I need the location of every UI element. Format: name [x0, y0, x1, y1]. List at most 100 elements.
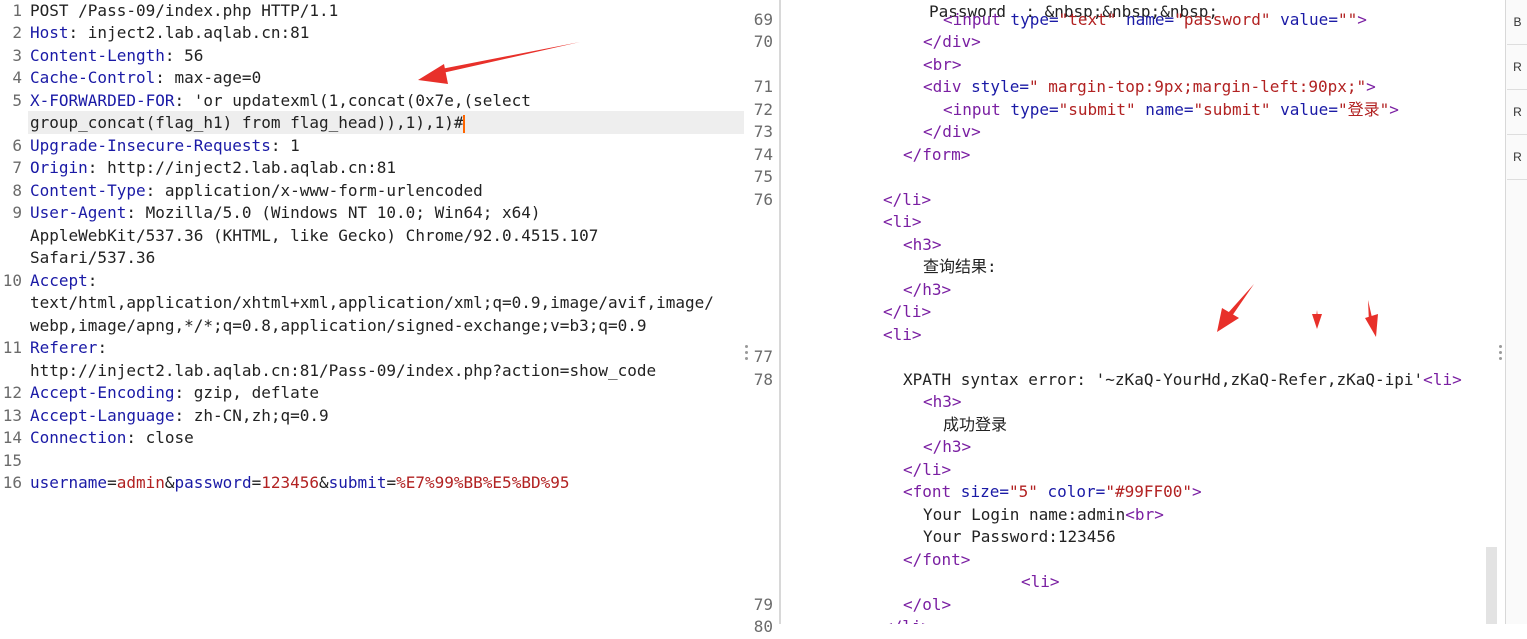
response-line[interactable]: </div> [923, 121, 981, 144]
response-line[interactable]: </h3> [903, 279, 951, 302]
response-line[interactable]: Your Password:123456 [923, 526, 1116, 549]
response-line[interactable]: <h3> [923, 391, 962, 414]
response-token: <br> [1125, 504, 1164, 524]
request-line[interactable]: group_concat(flag_h1) from flag_head)),1… [30, 112, 466, 135]
request-line[interactable]: POST /Pass-09/index.php HTTP/1.1 [30, 0, 338, 22]
request-editor-pane[interactable]: 1 POST /Pass-09/index.php HTTP/1.1 2 Host: … [0, 0, 780, 624]
request-line[interactable]: Origin: http://inject2.lab.aqlab.cn:81 [30, 157, 396, 180]
request-line-number: 11 [2, 338, 22, 357]
response-token: <li> [1021, 572, 1060, 591]
response-line[interactable]: <font size="5" color="#99FF00"> [903, 481, 1202, 504]
response-line-number: 73 [753, 122, 773, 141]
request-line[interactable]: Accept: [30, 270, 97, 293]
response-token: <h3> [903, 234, 942, 254]
response-line[interactable]: <h3> [903, 234, 942, 257]
response-line[interactable]: </ol> [903, 594, 951, 617]
response-token: <input [943, 99, 1001, 119]
request-token: : zh-CN,zh;q=0.9 [174, 405, 329, 425]
request-line[interactable]: Cache-Control: max-age=0 [30, 67, 261, 90]
request-token: Upgrade-Insecure-Requests [30, 135, 271, 155]
response-token: <font [903, 482, 952, 501]
request-line[interactable]: Content-Type: application/x-www-form-url… [30, 180, 483, 203]
request-token: : inject2.lab.aqlab.cn:81 [68, 23, 310, 42]
response-token: color= [1037, 482, 1106, 501]
response-line[interactable]: </font> [903, 549, 970, 572]
request-line[interactable]: Safari/537.36 [30, 247, 155, 270]
request-line[interactable]: Connection: close [30, 427, 194, 450]
response-line[interactable]: </li> [903, 459, 951, 482]
request-token: : [87, 270, 98, 290]
request-line[interactable]: Host: inject2.lab.aqlab.cn:81 [30, 22, 309, 45]
response-token: > [1389, 99, 1399, 119]
request-token: Accept-Encoding [30, 383, 175, 402]
inspector-tab[interactable]: R [1507, 45, 1527, 90]
inspector-tab[interactable]: R [1507, 90, 1527, 135]
request-line-number: 1 [12, 0, 22, 20]
request-line[interactable]: http://inject2.lab.aqlab.cn:81/Pass-09/i… [30, 360, 656, 383]
response-scrollbar[interactable] [1486, 547, 1497, 624]
request-token: = [251, 473, 262, 492]
response-viewer-pane[interactable]: Password : &nbsp;&nbsp;&nbsp; <input type… [781, 0, 1503, 624]
response-line[interactable]: <input type="submit" name="submit" value… [943, 99, 1399, 122]
request-line[interactable]: AppleWebKit/537.36 (KHTML, like Gecko) C… [30, 225, 598, 248]
response-token: type= [1000, 9, 1059, 29]
request-token: = [386, 473, 397, 492]
request-line[interactable]: Accept-Encoding: gzip, deflate [30, 382, 319, 405]
response-line[interactable]: </div> [923, 31, 981, 54]
request-token: group_concat(flag_h1) from flag_head)),1… [30, 113, 464, 132]
response-line[interactable]: </li> [883, 616, 931, 624]
inspector-tab[interactable]: R [1507, 135, 1527, 180]
response-token: <br> [923, 54, 962, 74]
request-line[interactable]: Upgrade-Insecure-Requests: 1 [30, 135, 300, 158]
request-line[interactable]: X-FORWARDED-FOR: 'or updatexml(1,concat(… [30, 90, 531, 113]
response-token: <li> [1423, 369, 1462, 389]
response-line[interactable]: <div style=" margin-top:9px;margin-left:… [923, 76, 1376, 99]
response-line[interactable]: </li> [883, 301, 931, 324]
response-token: > [1357, 9, 1367, 29]
response-line[interactable]: </form> [903, 144, 970, 167]
request-line[interactable]: User-Agent: Mozilla/5.0 (Windows NT 10.0… [30, 202, 541, 225]
response-line[interactable]: <br> [923, 54, 962, 77]
request-token: 123456 [261, 473, 320, 492]
request-line-number: 10 [2, 270, 22, 290]
request-token: username [30, 473, 108, 492]
response-token: " margin-top:9px;margin-left:90px;" [1028, 77, 1367, 96]
request-line[interactable]: Referer: [30, 337, 107, 360]
response-line[interactable]: </h3> [923, 436, 971, 459]
request-line[interactable]: Content-Length: 56 [30, 45, 203, 68]
response-line-number: 70 [753, 32, 773, 51]
response-line[interactable]: <li> [883, 324, 922, 347]
response-token: "password" [1174, 9, 1271, 29]
request-line-number: 3 [12, 45, 22, 65]
response-line-number: 80 [753, 617, 773, 636]
request-token: text/html,application/xhtml+xml,applicat… [30, 293, 714, 312]
response-line[interactable]: 成功登录 [943, 414, 1007, 437]
request-line[interactable]: Accept-Language: zh-CN,zh;q=0.9 [30, 405, 329, 428]
response-line[interactable]: <li> [1021, 571, 1060, 594]
response-line[interactable]: 查询结果: [923, 256, 997, 279]
response-token: </ol> [903, 594, 952, 614]
request-token: & [164, 473, 175, 492]
response-token: "text" [1058, 9, 1117, 29]
response-token: </li> [883, 302, 932, 321]
response-token: Your Login name:admin [923, 504, 1126, 524]
request-token: : 1 [270, 135, 300, 155]
request-token: = [107, 473, 117, 492]
response-token: name= [1116, 9, 1175, 29]
request-line[interactable]: username=admin&password=123456&submit=%E… [30, 472, 569, 495]
response-line[interactable]: <li> [883, 211, 922, 234]
response-line-number: 79 [753, 594, 773, 614]
response-token: </li> [883, 617, 931, 624]
request-line[interactable]: webp,image/apng,*/*;q=0.8,application/si… [30, 315, 647, 338]
request-line[interactable]: text/html,application/xhtml+xml,applicat… [30, 292, 714, 315]
request-token: admin [116, 473, 165, 492]
response-line[interactable]: <input type="text" name="password" value… [943, 9, 1367, 32]
request-token: Content-Type [30, 180, 146, 200]
response-line[interactable]: Your Login name:admin<br> [923, 504, 1164, 527]
inspector-tab[interactable]: B [1507, 0, 1527, 45]
response-line[interactable]: XPATH syntax error: '~zKaQ-YourHd,zKaQ-R… [903, 369, 1462, 392]
request-token: : http://inject2.lab.aqlab.cn:81 [87, 158, 397, 177]
response-token: value= [1270, 99, 1338, 119]
response-line[interactable]: </li> [883, 189, 931, 212]
response-pane-drag-handle-icon[interactable] [1499, 345, 1503, 363]
